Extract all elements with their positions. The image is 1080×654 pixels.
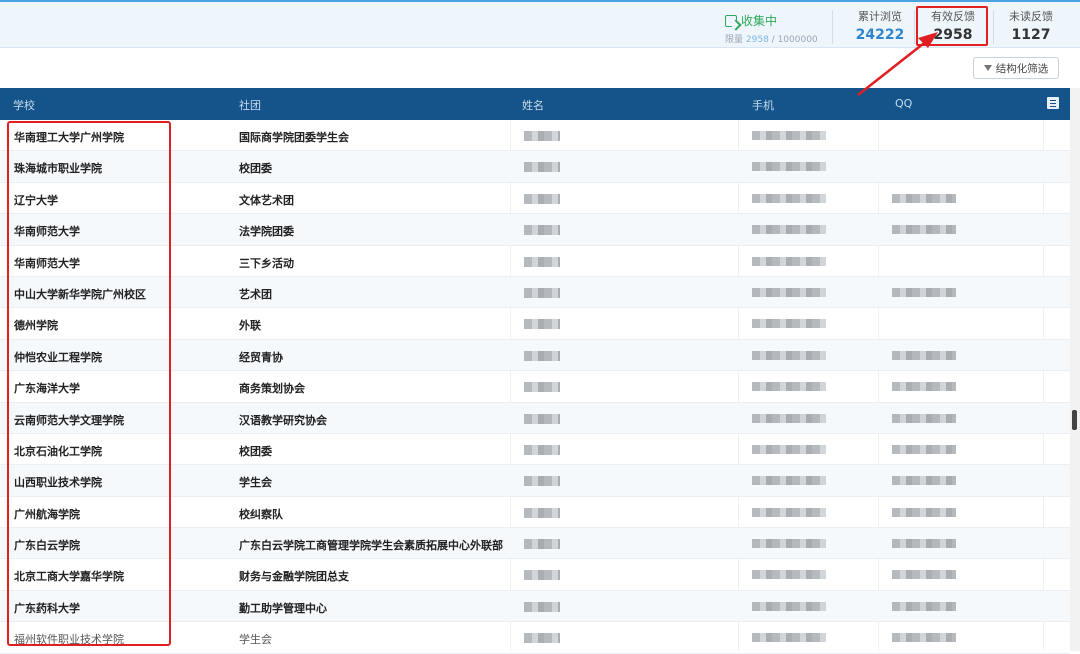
cell-phone-redacted bbox=[752, 319, 826, 329]
cell-phone-redacted bbox=[752, 539, 826, 549]
cell-club: 学生会 bbox=[239, 633, 272, 647]
limit-info: 限量 2958 / 1000000 bbox=[725, 35, 818, 45]
cell-qq-redacted bbox=[892, 382, 956, 392]
cell-phone-redacted bbox=[752, 287, 826, 297]
cell-club: 法学院团委 bbox=[239, 225, 294, 239]
cell-phone-redacted bbox=[752, 131, 826, 140]
stat-unread-feedback[interactable]: 未读反馈 1127 bbox=[998, 8, 1064, 43]
divider bbox=[832, 10, 833, 44]
funnel-icon bbox=[983, 65, 992, 71]
cell-phone-redacted bbox=[752, 570, 826, 580]
cell-club: 文体艺术团 bbox=[239, 193, 294, 207]
column-club[interactable]: 社团 bbox=[239, 97, 261, 113]
form-status-icon bbox=[725, 14, 737, 27]
column-qq[interactable]: QQ bbox=[895, 97, 912, 110]
cell-phone-redacted bbox=[752, 444, 826, 454]
cell-club: 国际商学院团委学生会 bbox=[239, 131, 349, 144]
cell-club: 学生会 bbox=[239, 476, 272, 490]
cell-name-redacted bbox=[524, 601, 560, 612]
cell-qq-redacted bbox=[892, 570, 956, 580]
cell-phone-redacted bbox=[752, 350, 826, 360]
cell-phone-redacted bbox=[752, 507, 826, 517]
cell-qq-redacted bbox=[892, 539, 956, 549]
divider bbox=[914, 10, 915, 44]
column-school[interactable]: 学校 bbox=[13, 97, 35, 113]
cell-name-redacted bbox=[524, 570, 560, 581]
cell-name-redacted bbox=[524, 507, 560, 518]
cell-qq-redacted bbox=[892, 444, 956, 454]
cell-qq-redacted bbox=[892, 507, 956, 517]
cell-club: 校团委 bbox=[239, 444, 272, 458]
column-settings-icon[interactable] bbox=[1047, 97, 1059, 109]
cell-name-redacted bbox=[524, 319, 560, 330]
cell-name-redacted bbox=[524, 476, 560, 487]
cell-club: 校纠察队 bbox=[239, 507, 283, 521]
cell-club: 勤工助学管理中心 bbox=[239, 601, 327, 615]
cell-phone-redacted bbox=[752, 225, 826, 235]
cell-qq-redacted bbox=[892, 601, 956, 611]
cell-phone-redacted bbox=[752, 193, 826, 203]
cell-club: 校团委 bbox=[239, 162, 272, 176]
cell-phone-redacted bbox=[752, 413, 826, 423]
cell-qq-redacted bbox=[892, 413, 956, 423]
structured-filter-button[interactable]: 结构化筛选 bbox=[973, 57, 1059, 79]
vertical-scrollbar[interactable] bbox=[1070, 88, 1080, 651]
cell-name-redacted bbox=[524, 131, 560, 141]
valid-feedback-highlight bbox=[916, 6, 988, 46]
school-column-highlight bbox=[7, 121, 171, 646]
cell-qq-redacted bbox=[892, 287, 956, 297]
table-header: 学校 社团 姓名 手机 QQ bbox=[0, 88, 1080, 120]
cell-club: 商务策划协会 bbox=[239, 382, 305, 396]
cell-phone-redacted bbox=[752, 256, 826, 266]
cell-club: 汉语教学研究协会 bbox=[239, 413, 327, 427]
cell-qq-redacted bbox=[892, 350, 956, 360]
cell-club: 财务与金融学院团总支 bbox=[239, 570, 349, 584]
cell-phone-redacted bbox=[752, 162, 826, 172]
cell-name-redacted bbox=[524, 287, 560, 298]
cell-qq-redacted bbox=[892, 225, 956, 235]
cell-name-redacted bbox=[524, 382, 560, 393]
column-phone[interactable]: 手机 bbox=[752, 97, 774, 113]
cell-name-redacted bbox=[524, 350, 560, 361]
cell-phone-redacted bbox=[752, 601, 826, 611]
cell-phone-redacted bbox=[752, 382, 826, 392]
cell-name-redacted bbox=[524, 162, 560, 173]
cell-name-redacted bbox=[524, 413, 560, 424]
cell-qq-redacted bbox=[892, 193, 956, 203]
cell-club: 外联 bbox=[239, 319, 261, 333]
cell-phone-redacted bbox=[752, 633, 826, 643]
cell-name-redacted bbox=[524, 225, 560, 236]
cell-name-redacted bbox=[524, 633, 560, 644]
divider bbox=[993, 10, 994, 44]
cell-club: 广东白云学院工商管理学院学生会素质拓展中心外联部 bbox=[239, 539, 503, 553]
cell-club: 艺术团 bbox=[239, 287, 272, 301]
collect-status-label: 收集中 bbox=[741, 14, 778, 28]
cell-name-redacted bbox=[524, 256, 560, 267]
cell-name-redacted bbox=[524, 444, 560, 455]
scrollbar-thumb[interactable] bbox=[1072, 410, 1077, 430]
cell-qq-redacted bbox=[892, 633, 956, 643]
cell-phone-redacted bbox=[752, 476, 826, 486]
cell-club: 三下乡活动 bbox=[239, 256, 294, 270]
collection-status: 收集中 限量 2958 / 1000000 bbox=[725, 12, 835, 45]
cell-qq-redacted bbox=[892, 476, 956, 486]
cell-name-redacted bbox=[524, 539, 560, 550]
cell-name-redacted bbox=[524, 193, 560, 204]
stat-total-views: 累计浏览 24222 bbox=[855, 10, 905, 43]
column-name[interactable]: 姓名 bbox=[522, 97, 544, 113]
cell-club: 经贸青协 bbox=[239, 350, 283, 364]
